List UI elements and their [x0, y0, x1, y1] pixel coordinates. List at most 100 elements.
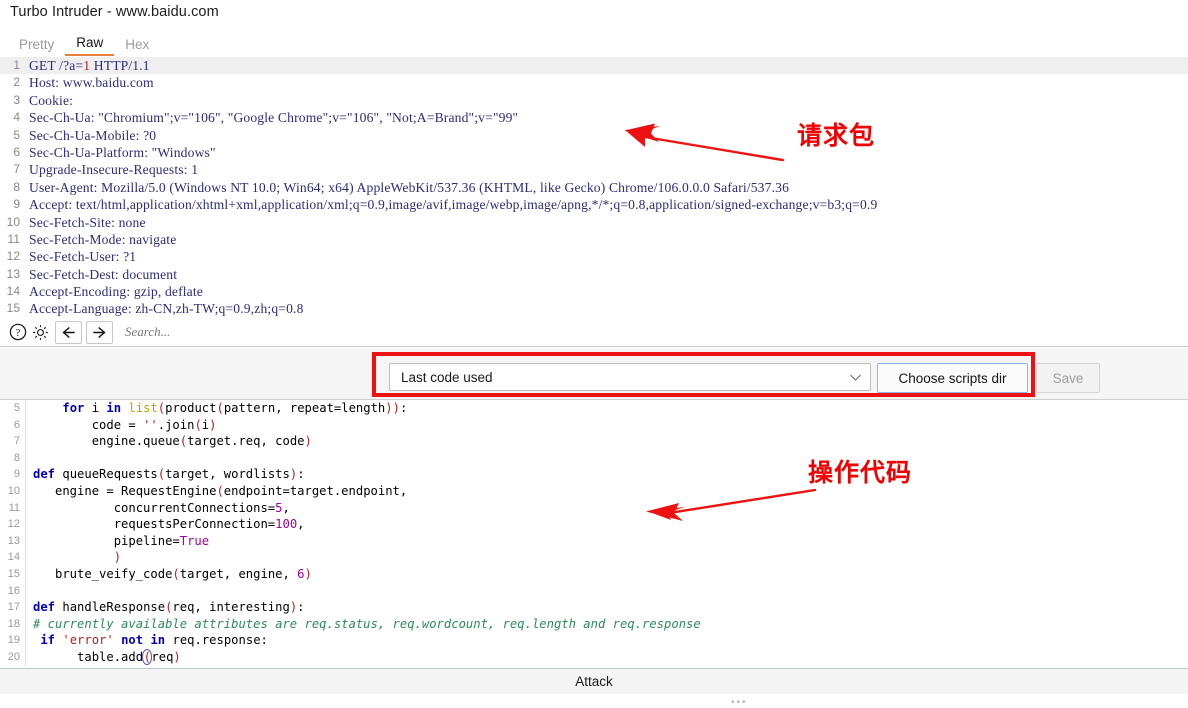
chevron-down-icon — [849, 370, 862, 385]
request-viewer[interactable]: 1 GET /?a=1 HTTP/1.1 2 Host: www.baidu.com 3… — [0, 57, 1188, 319]
code-line: 19 if 'error' not in req.response: — [0, 632, 1188, 649]
request-line-text: GET /?a=1 HTTP/1.1 — [29, 58, 150, 73]
code-line-number: 5 — [0, 400, 26, 417]
annotation-label-code: 操作代码 — [808, 458, 913, 487]
code-line: 16 — [0, 582, 1188, 600]
code-line: 6 code = ''.join(i) — [0, 416, 1188, 434]
request-line-text: Sec-Fetch-Dest: document — [29, 266, 178, 282]
code-line-text: table.add(req) — [33, 648, 181, 665]
request-line-number: 8 — [13, 179, 20, 194]
tab-pretty[interactable]: Pretty — [8, 37, 65, 56]
request-line: 6 Sec-Ch-Ua-Platform: "Windows" — [0, 144, 1188, 161]
editor-toolbar: ? — [0, 318, 1188, 347]
code-line-number: 13 — [0, 532, 26, 550]
save-button[interactable]: Save — [1036, 363, 1100, 393]
request-line-number: 4 — [13, 110, 20, 125]
request-line-text: Sec-Ch-Ua-Mobile: ?0 — [29, 127, 157, 143]
tab-raw[interactable]: Raw — [65, 35, 115, 56]
request-view-tabs: Pretty Raw Hex — [0, 31, 1188, 56]
request-line-text: Sec-Fetch-Site: none — [29, 214, 146, 230]
request-line: 12 Sec-Fetch-User: ?1 — [0, 248, 1188, 265]
code-line: 8 — [0, 449, 1188, 467]
code-line-text: concurrentConnections=5, — [33, 500, 290, 515]
code-line: 11 concurrentConnections=5, — [0, 499, 1188, 517]
request-line: 1 GET /?a=1 HTTP/1.1 — [0, 57, 1188, 75]
code-line: 18 # currently available attributes are r… — [0, 615, 1188, 633]
code-line: 17 def handleResponse(req, interesting): — [0, 599, 1188, 616]
code-line: 10 engine = RequestEngine(endpoint=targe… — [0, 482, 1188, 500]
code-line-text: def handleResponse(req, interesting): — [33, 600, 305, 615]
code-line: 12 requestsPerConnection=100, — [0, 516, 1188, 533]
splitter-handle[interactable]: ••• — [731, 698, 748, 708]
request-line: 15 Accept-Language: zh-CN,zh-TW;q=0.9,zh;… — [0, 300, 1188, 317]
search-input[interactable] — [123, 320, 1188, 344]
request-line-text: Cookie: — [29, 92, 74, 108]
code-line-number: 9 — [0, 466, 26, 483]
back-button[interactable] — [55, 320, 82, 344]
code-line-number: 19 — [0, 632, 26, 649]
code-editor[interactable]: 5 for i in list(product(pattern, repeat=… — [0, 400, 1188, 667]
tab-hex[interactable]: Hex — [114, 37, 160, 56]
request-line-number: 13 — [6, 266, 20, 281]
request-line-number: 6 — [13, 144, 20, 159]
request-line-text: Accept-Encoding: gzip, deflate — [29, 284, 203, 300]
request-line-number: 15 — [6, 301, 20, 316]
request-line-number: 2 — [13, 75, 20, 90]
request-line-text: Sec-Ch-Ua: "Chromium";v="106", "Google C… — [29, 110, 519, 126]
request-line-text: Accept: text/html,application/xhtml+xml,… — [29, 197, 878, 213]
request-line: 2 Host: www.baidu.com — [0, 74, 1188, 91]
request-line-number: 10 — [6, 214, 20, 229]
code-line-number: 8 — [0, 449, 26, 467]
request-line-text: Sec-Fetch-Mode: navigate — [29, 231, 177, 247]
request-line-text: User-Agent: Mozilla/5.0 (Windows NT 10.0… — [29, 179, 790, 195]
attack-button[interactable]: Attack — [0, 668, 1188, 694]
request-line: 5 Sec-Ch-Ua-Mobile: ?0 — [0, 127, 1188, 144]
request-line: 4 Sec-Ch-Ua: "Chromium";v="106", "Google … — [0, 109, 1188, 126]
code-line-text: requestsPerConnection=100, — [33, 517, 305, 532]
code-line-number: 20 — [0, 648, 26, 666]
code-line-number: 18 — [0, 615, 26, 633]
code-line-text: engine = RequestEngine(endpoint=target.e… — [33, 483, 408, 498]
annotation-label-request: 请求包 — [797, 121, 876, 150]
script-dropdown-value: Last code used — [401, 369, 493, 385]
code-line: 14 ) — [0, 549, 1188, 566]
request-line-text: Accept-Language: zh-CN,zh-TW;q=0.9,zh;q=… — [29, 301, 304, 317]
forward-button[interactable] — [86, 320, 113, 344]
gear-icon[interactable] — [29, 321, 51, 343]
request-line: 3 Cookie: — [0, 92, 1188, 109]
request-line-number: 3 — [13, 92, 20, 107]
request-line: 11 Sec-Fetch-Mode: navigate — [0, 231, 1188, 248]
code-line-text: code = ''.join(i) — [33, 417, 217, 432]
code-line-number: 11 — [0, 499, 26, 517]
code-line-text: engine.queue(target.req, code) — [33, 434, 312, 449]
question-circle-icon[interactable]: ? — [7, 321, 29, 343]
code-line-number: 16 — [0, 582, 26, 600]
choose-scripts-dir-button[interactable]: Choose scripts dir — [877, 363, 1028, 393]
code-line-number: 7 — [0, 433, 26, 450]
code-line-text: brute_veify_code(target, engine, 6) — [33, 566, 312, 581]
code-line-text: # currently available attributes are req… — [33, 616, 701, 631]
code-line-text: for i in list(product(pattern, repeat=le… — [62, 401, 408, 415]
request-line-number: 1 — [13, 58, 20, 72]
code-line: 20 table.add(req) — [0, 648, 1188, 666]
code-line: 15 brute_veify_code(target, engine, 6) — [0, 565, 1188, 583]
code-line: 13 pipeline=True — [0, 532, 1188, 550]
code-line: 7 engine.queue(target.req, code) — [0, 433, 1188, 450]
request-line-number: 14 — [6, 284, 20, 299]
window-title: Turbo Intruder - www.baidu.com — [10, 4, 219, 20]
code-line-number: 6 — [0, 416, 26, 434]
request-line-number: 9 — [13, 197, 20, 212]
request-line-text: Sec-Fetch-User: ?1 — [29, 249, 137, 265]
script-dropdown[interactable]: Last code used — [389, 363, 871, 391]
code-line-number: 10 — [0, 482, 26, 500]
code-line-text: ) — [113, 550, 122, 565]
svg-text:?: ? — [16, 328, 21, 339]
code-line: 5 for i in list(product(pattern, repeat=… — [0, 400, 1188, 417]
code-line-number: 15 — [0, 565, 26, 583]
request-line-text: Upgrade-Insecure-Requests: 1 — [29, 162, 199, 178]
request-line-text: Host: www.baidu.com — [29, 75, 154, 91]
request-line-number: 5 — [13, 127, 20, 142]
request-line: 10 Sec-Fetch-Site: none — [0, 214, 1188, 231]
